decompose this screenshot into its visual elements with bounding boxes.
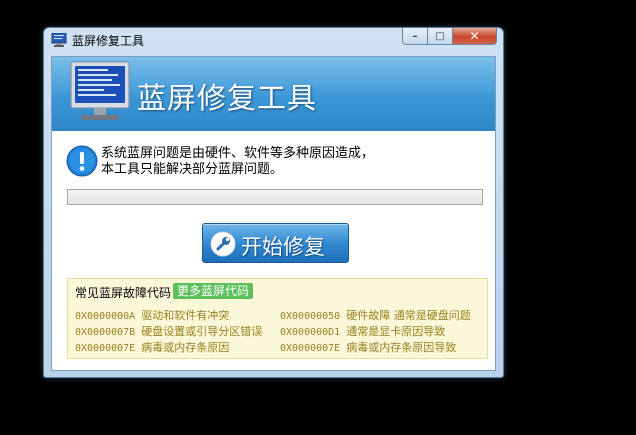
minimize-icon: –	[412, 30, 418, 42]
code-desc: 硬件故障 通常是硬盘问题	[346, 309, 471, 322]
window-title: 蓝屏修复工具	[72, 34, 145, 48]
code-item: 0X0000007E 病毒或内存条原因导致	[280, 339, 456, 355]
maximize-icon: □	[435, 30, 445, 42]
code-value: 0X000000D1	[280, 327, 341, 338]
start-repair-label: 开始修复	[241, 235, 325, 259]
info-message-line2: 本工具只能解决部分蓝屏问题。	[101, 162, 284, 177]
code-item: 0X00000050 硬件故障 通常是硬盘问题	[280, 307, 471, 323]
window-controls: – □ ✕	[402, 28, 497, 46]
maximize-button[interactable]: □	[428, 28, 453, 45]
code-desc: 病毒或内存条原因导致	[346, 341, 457, 354]
info-message-line1: 系统蓝屏问题是由硬件、软件等多种原因造成，	[101, 146, 375, 161]
minimize-button[interactable]: –	[402, 28, 428, 45]
client-area: 蓝屏修复工具 系统蓝屏问题是由硬件、软件等多种原因造成， 本工具只能解决部分蓝屏…	[51, 56, 496, 371]
code-item: 0X0000000A 驱动和软件有冲突	[75, 307, 229, 323]
code-value: 0X00000050	[280, 311, 341, 322]
close-button[interactable]: ✕	[453, 28, 497, 45]
start-repair-button[interactable]: 开始修复	[202, 223, 349, 263]
app-window: 蓝屏修复工具 – □ ✕ 蓝屏修复工具 系统蓝屏问题是由硬件、软件等多种原因造成…	[43, 27, 504, 378]
code-desc: 硬盘设置或引导分区错误	[141, 325, 263, 338]
banner-title: 蓝屏修复工具	[137, 81, 318, 115]
code-value: 0X0000007E	[280, 343, 341, 354]
info-icon	[66, 145, 98, 177]
code-item: 0X000000D1 通常是显卡原因导致	[280, 323, 445, 339]
code-value: 0X0000007B	[75, 327, 136, 338]
title-bar[interactable]: 蓝屏修复工具 – □ ✕	[44, 28, 503, 54]
common-codes-panel: 常见蓝屏故障代码 更多蓝屏代码 0X0000000A 驱动和软件有冲突 0X000…	[67, 278, 488, 359]
code-item: 0X0000007B 硬盘设置或引导分区错误	[75, 323, 262, 339]
main-panel: 系统蓝屏问题是由硬件、软件等多种原因造成， 本工具只能解决部分蓝屏问题。 开始修…	[52, 131, 495, 370]
codes-header: 常见蓝屏故障代码	[75, 286, 172, 300]
bsod-monitor-icon	[70, 61, 130, 120]
code-desc: 驱动和软件有冲突	[141, 309, 230, 322]
code-desc: 病毒或内存条原因	[141, 341, 230, 354]
monitor-app-icon	[51, 33, 67, 47]
info-message: 系统蓝屏问题是由硬件、软件等多种原因造成， 本工具只能解决部分蓝屏问题。	[101, 146, 374, 178]
more-codes-button[interactable]: 更多蓝屏代码	[173, 283, 254, 299]
wrench-icon	[210, 231, 236, 257]
repair-progress-bar	[67, 189, 483, 205]
code-value: 0X0000007E	[75, 343, 136, 354]
code-desc: 通常是显卡原因导致	[346, 325, 446, 338]
close-icon: ✕	[469, 29, 480, 43]
header-banner: 蓝屏修复工具	[52, 57, 495, 131]
code-value: 0X0000000A	[75, 311, 136, 322]
code-item: 0X0000007E 病毒或内存条原因	[75, 339, 229, 355]
